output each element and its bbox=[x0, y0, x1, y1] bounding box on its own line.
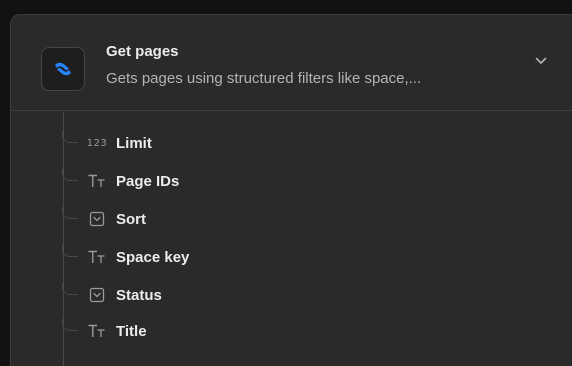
tree-branch bbox=[62, 319, 78, 331]
field-label: Sort bbox=[116, 210, 146, 228]
text-type-icon bbox=[86, 171, 108, 191]
field-row-page-ids[interactable]: Page IDs bbox=[62, 169, 180, 193]
tree-branch bbox=[62, 169, 78, 181]
node-title: Get pages bbox=[106, 43, 179, 60]
tree-branch bbox=[62, 245, 78, 257]
field-label: Title bbox=[116, 322, 147, 340]
node-header[interactable]: Get pages Gets pages using structured fi… bbox=[11, 15, 572, 111]
select-type-icon bbox=[86, 209, 108, 229]
field-row-title[interactable]: Title bbox=[62, 319, 147, 343]
tree-branch bbox=[62, 207, 78, 219]
field-row-status[interactable]: Status bbox=[62, 283, 162, 307]
text-type-icon bbox=[86, 321, 108, 341]
field-label: Space key bbox=[116, 248, 190, 266]
field-row-space-key[interactable]: Space key bbox=[62, 245, 190, 269]
field-row-sort[interactable]: Sort bbox=[62, 207, 146, 231]
field-label: Page IDs bbox=[116, 172, 180, 190]
node-description: Gets pages using structured filters like… bbox=[106, 70, 422, 87]
tree-branch bbox=[62, 131, 78, 143]
field-label: Status bbox=[116, 286, 162, 304]
confluence-icon bbox=[41, 47, 85, 91]
chevron-down-icon[interactable] bbox=[533, 53, 549, 69]
select-type-icon bbox=[86, 285, 108, 305]
number-type-icon: 123 bbox=[86, 137, 108, 149]
field-label: Limit bbox=[116, 134, 152, 152]
text-type-icon bbox=[86, 247, 108, 267]
tree-branch bbox=[62, 283, 78, 295]
action-node-card[interactable]: Get pages Gets pages using structured fi… bbox=[10, 14, 572, 366]
field-row-limit[interactable]: 123 Limit bbox=[62, 131, 152, 155]
